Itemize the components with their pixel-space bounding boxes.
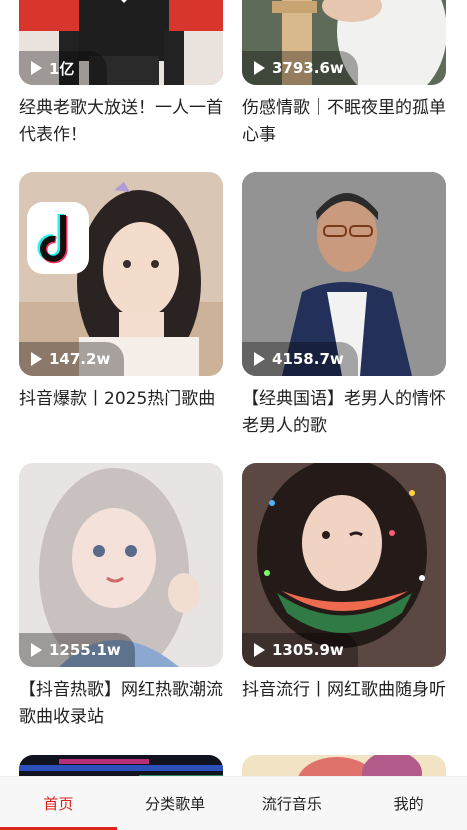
play-count-badge: 1305.9w: [242, 633, 358, 667]
tab-label: 我的: [393, 795, 424, 813]
play-icon: [31, 352, 42, 366]
playlist-card[interactable]: 3793.6w 伤感情歌｜不眠夜里的孤单心事: [242, 0, 446, 149]
play-count-badge: 147.2w: [19, 342, 125, 376]
bottom-tab-bar: 首页 分类歌单 流行音乐 我的: [0, 776, 467, 830]
playlist-title[interactable]: 抖音流行丨网红歌曲随身听: [242, 677, 446, 704]
tab-mine[interactable]: 我的: [350, 777, 467, 830]
playlist-card[interactable]: 1亿 经典老歌大放送！一人一首代表作！: [19, 0, 223, 149]
playlist-cover[interactable]: 1亿: [19, 0, 223, 85]
playlist-title[interactable]: 经典老歌大放送！一人一首代表作！: [19, 95, 223, 149]
play-icon: [31, 643, 42, 657]
tab-home[interactable]: 首页: [0, 777, 117, 830]
play-icon: [254, 352, 265, 366]
play-count: 1255.1w: [49, 641, 121, 659]
playlist-title[interactable]: 【抖音热歌】网红热歌潮流歌曲收录站: [19, 677, 223, 731]
playlist-cover[interactable]: 147.2w: [19, 172, 223, 376]
play-count-badge: 4158.7w: [242, 342, 358, 376]
tab-label: 流行音乐: [261, 795, 322, 813]
play-count-badge: 1亿: [19, 51, 107, 85]
playlist-cover[interactable]: 1255.1w: [19, 463, 223, 667]
play-count: 4158.7w: [272, 350, 344, 368]
play-icon: [254, 61, 265, 75]
tab-categories[interactable]: 分类歌单: [117, 777, 234, 830]
play-icon: [254, 643, 265, 657]
play-count: 3793.6w: [272, 59, 344, 77]
playlist-cover[interactable]: 1305.9w: [242, 463, 446, 667]
tab-label: 分类歌单: [145, 795, 206, 813]
tab-label: 首页: [43, 795, 74, 813]
playlist-card[interactable]: 4158.7w 【经典国语】老男人的情怀老男人的歌: [242, 172, 446, 440]
playlist-title[interactable]: 抖音爆款丨2025热门歌曲: [19, 386, 223, 413]
play-count: 1亿: [49, 59, 75, 78]
play-count-badge: 1255.1w: [19, 633, 135, 667]
playlist-title[interactable]: 【经典国语】老男人的情怀老男人的歌: [242, 386, 446, 440]
playlist-cover[interactable]: 3793.6w: [242, 0, 446, 85]
playlist-grid: 1亿 经典老歌大放送！一人一首代表作！ 3793.6w 伤感情歌｜不眠夜里的孤单…: [0, 0, 467, 830]
play-count-badge: 3793.6w: [242, 51, 358, 85]
playlist-title[interactable]: 伤感情歌｜不眠夜里的孤单心事: [242, 95, 446, 149]
play-count: 147.2w: [49, 350, 111, 368]
play-icon: [31, 61, 42, 75]
playlist-card[interactable]: 147.2w 抖音爆款丨2025热门歌曲: [19, 172, 223, 413]
playlist-card[interactable]: 1255.1w 【抖音热歌】网红热歌潮流歌曲收录站: [19, 463, 223, 731]
play-count: 1305.9w: [272, 641, 344, 659]
playlist-cover[interactable]: 4158.7w: [242, 172, 446, 376]
tab-popular-music[interactable]: 流行音乐: [234, 777, 351, 830]
playlist-card[interactable]: 1305.9w 抖音流行丨网红歌曲随身听: [242, 463, 446, 704]
